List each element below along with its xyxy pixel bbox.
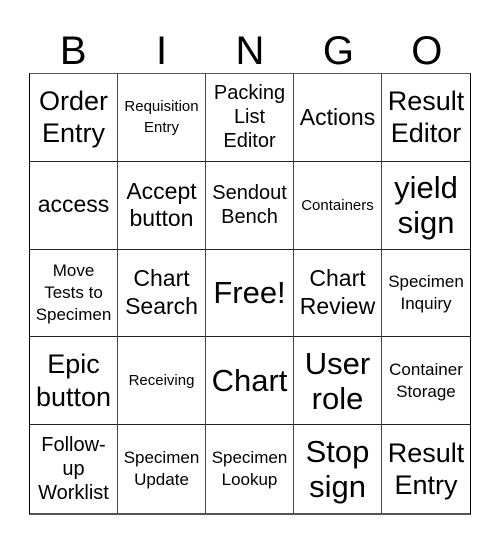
bingo-cell-r4-c5[interactable]: Container Storage [382, 337, 470, 426]
bingo-cell-r1-c1[interactable]: Order Entry [30, 74, 118, 162]
bingo-cell-r3-c4[interactable]: Chart Review [294, 249, 382, 338]
bingo-cell-r5-c5[interactable]: Result Entry [382, 425, 470, 513]
header-letter-i: I [156, 28, 168, 73]
bingo-cell-r1-c4[interactable]: Actions [294, 74, 382, 162]
bingo-free-space[interactable]: Free! [206, 249, 294, 338]
bingo-cell-r2-c2[interactable]: Accept button [118, 161, 206, 250]
bingo-cell-r4-c2[interactable]: Receiving [118, 337, 206, 426]
bingo-card-grid: Order Entry Requisition Entry Packing Li… [29, 73, 471, 515]
bingo-cell-r3-c2[interactable]: Chart Search [118, 249, 206, 338]
header-letter-n: N [235, 28, 265, 73]
bingo-cell-r1-c3[interactable]: Packing List Editor [206, 74, 294, 162]
bingo-cell-r1-c5[interactable]: Result Editor [382, 74, 470, 162]
bingo-cell-r5-c2[interactable]: Specimen Update [118, 425, 206, 513]
bingo-cell-r1-c2[interactable]: Requisition Entry [118, 74, 206, 162]
bingo-cell-r5-c4[interactable]: Stop sign [294, 425, 382, 513]
bingo-cell-r3-c1[interactable]: Move Tests to Specimen [30, 249, 118, 338]
bingo-cell-r3-c5[interactable]: Specimen Inquiry [382, 250, 470, 338]
bingo-cell-r4-c4[interactable]: User role [294, 337, 382, 426]
header-letter-g: G [322, 28, 354, 73]
header-letter-o: O [411, 28, 443, 73]
bingo-cell-r4-c1[interactable]: Epic button [30, 337, 118, 426]
bingo-cell-r5-c3[interactable]: Specimen Lookup [206, 425, 294, 513]
bingo-cell-r2-c3[interactable]: Sendout Bench [206, 161, 294, 250]
bingo-header: B I N G O [29, 28, 471, 73]
header-letter-b: B [59, 28, 87, 73]
bingo-cell-r2-c1[interactable]: access [30, 161, 118, 250]
bingo-cell-r4-c3[interactable]: Chart [206, 337, 294, 426]
bingo-cell-r5-c1[interactable]: Follow-up Worklist [30, 425, 118, 513]
bingo-cell-r2-c5[interactable]: yield sign [382, 162, 470, 250]
bingo-cell-r2-c4[interactable]: Containers [294, 161, 382, 250]
